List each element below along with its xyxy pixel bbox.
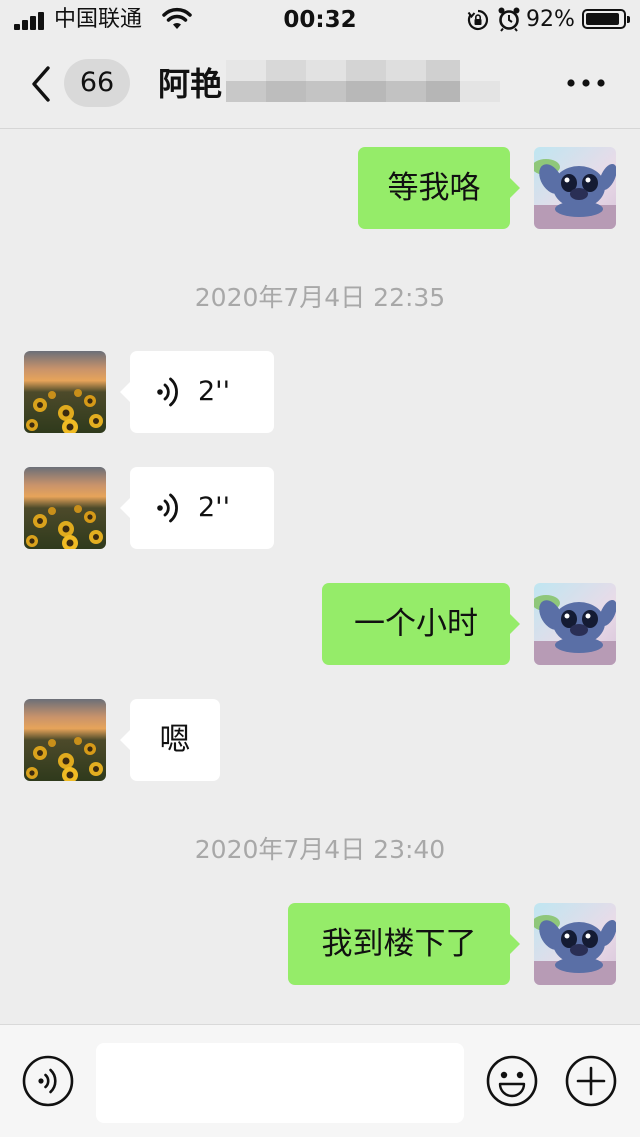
- chat-header: 66 阿艳: [0, 40, 640, 129]
- stitch-avatar-icon: [534, 147, 616, 229]
- alarm-icon: [498, 7, 520, 32]
- contact-avatar[interactable]: [24, 467, 106, 549]
- stitch-avatar-icon: [534, 583, 616, 665]
- my-avatar[interactable]: [534, 903, 616, 985]
- outgoing-message-bubble[interactable]: 一个小时: [322, 583, 520, 665]
- voice-wave-icon: [157, 377, 178, 407]
- emoji-icon[interactable]: [486, 1055, 538, 1107]
- more-options-icon[interactable]: [566, 78, 606, 88]
- incoming-message-bubble[interactable]: 嗯: [120, 699, 220, 781]
- outgoing-message-bubble[interactable]: 我到楼下了: [288, 903, 520, 985]
- stitch-avatar-icon: [534, 903, 616, 985]
- voice-duration: 2'': [198, 492, 231, 523]
- message-timestamp: 2020年7月4日 22:35: [194, 283, 446, 312]
- incoming-voice-message[interactable]: 2'': [120, 467, 274, 549]
- voice-wave-icon: [157, 493, 178, 523]
- battery-icon: [582, 9, 630, 29]
- incoming-voice-message[interactable]: 2'': [120, 351, 274, 433]
- sunflower-avatar-icon: [24, 351, 106, 433]
- contact-avatar[interactable]: [24, 351, 106, 433]
- back-chevron-icon[interactable]: [28, 64, 54, 104]
- outgoing-message-bubble[interactable]: 等我咯: [358, 147, 520, 229]
- rotation-lock-icon: [467, 9, 489, 31]
- message-input-bar: [0, 1024, 640, 1137]
- my-avatar[interactable]: [534, 583, 616, 665]
- unread-count-badge[interactable]: 66: [64, 59, 130, 107]
- voice-input-toggle-icon[interactable]: [22, 1055, 74, 1107]
- plus-icon[interactable]: [565, 1055, 617, 1107]
- status-bar: 中国联通 00:32 92%: [0, 0, 640, 40]
- sunflower-avatar-icon: [24, 467, 106, 549]
- message-text-input[interactable]: [96, 1043, 464, 1123]
- battery-percentage: 92%: [526, 7, 575, 32]
- contact-avatar[interactable]: [24, 699, 106, 781]
- voice-duration: 2'': [198, 376, 231, 407]
- chat-title: 阿艳: [158, 65, 223, 103]
- redacted-name-pixelation: [226, 60, 500, 102]
- sunflower-avatar-icon: [24, 699, 106, 781]
- message-timestamp: 2020年7月4日 23:40: [194, 835, 446, 864]
- my-avatar[interactable]: [534, 147, 616, 229]
